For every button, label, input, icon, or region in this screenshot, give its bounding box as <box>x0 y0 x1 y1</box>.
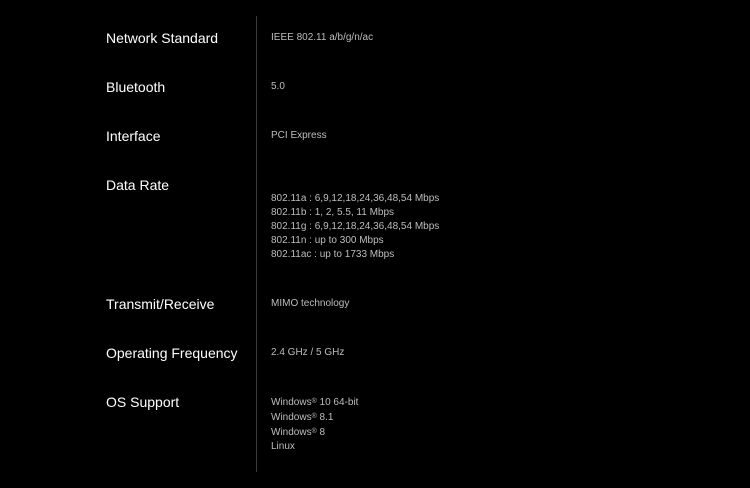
column-divider <box>256 16 257 472</box>
spec-label-operating-frequency: Operating Frequency <box>106 345 238 361</box>
os-name: Windows <box>271 397 312 408</box>
spec-value-os-support: Windows® 10 64-bit Windows® 8.1 Windows®… <box>271 395 358 454</box>
os-name: Windows <box>271 412 312 423</box>
spec-value-data-rate: 802.11a : 6,9,12,18,24,36,48,54 Mbps 802… <box>271 192 439 262</box>
os-version: 8.1 <box>316 412 334 423</box>
spec-value-line: 802.11b : 1, 2, 5.5, 11 Mbps <box>271 207 395 218</box>
spec-value-operating-frequency: 2.4 GHz / 5 GHz <box>271 346 344 360</box>
spec-label-data-rate: Data Rate <box>106 177 170 193</box>
spec-value-line: Windows® 8 <box>271 425 358 440</box>
spec-value-line: 2.4 GHz / 5 GHz <box>271 347 345 358</box>
spec-label-network-standard: Network Standard <box>106 30 219 46</box>
os-version: 8 <box>316 427 326 438</box>
spec-value-line: 802.11ac : up to 1733 Mbps <box>271 249 395 260</box>
spec-value-line: Windows® 8.1 <box>271 410 358 425</box>
spec-value-interface: PCI Express <box>271 129 327 143</box>
spec-value-transmit-receive: MIMO technology <box>271 297 349 311</box>
spec-value-line: 5.0 <box>271 81 285 92</box>
spec-value-bluetooth: 5.0 <box>271 80 285 94</box>
spec-value-line: Windows® 10 64-bit <box>271 395 358 410</box>
spec-label-interface: Interface <box>106 128 161 144</box>
spec-value-line: 802.11g : 6,9,12,18,24,36,48,54 Mbps <box>271 221 440 232</box>
spec-label-transmit-receive: Transmit/Receive <box>106 296 215 312</box>
spec-value-line: 802.11n : up to 300 Mbps <box>271 235 384 246</box>
spec-value-line: 802.11a : 6,9,12,18,24,36,48,54 Mbps <box>271 193 440 204</box>
spec-value-line: MIMO technology <box>271 298 350 309</box>
spec-value-line: IEEE 802.11 a/b/g/n/ac <box>271 32 374 43</box>
spec-label-os-support: OS Support <box>106 394 180 410</box>
spec-label-bluetooth: Bluetooth <box>106 79 166 95</box>
spec-value-line: PCI Express <box>271 130 327 141</box>
spec-table: Network Standard IEEE 802.11 a/b/g/n/ac … <box>0 0 750 488</box>
os-name: Windows <box>271 427 312 438</box>
spec-value-network-standard: IEEE 802.11 a/b/g/n/ac <box>271 31 373 45</box>
spec-value-line: Linux <box>271 441 295 452</box>
os-version: 10 64-bit <box>316 397 359 408</box>
